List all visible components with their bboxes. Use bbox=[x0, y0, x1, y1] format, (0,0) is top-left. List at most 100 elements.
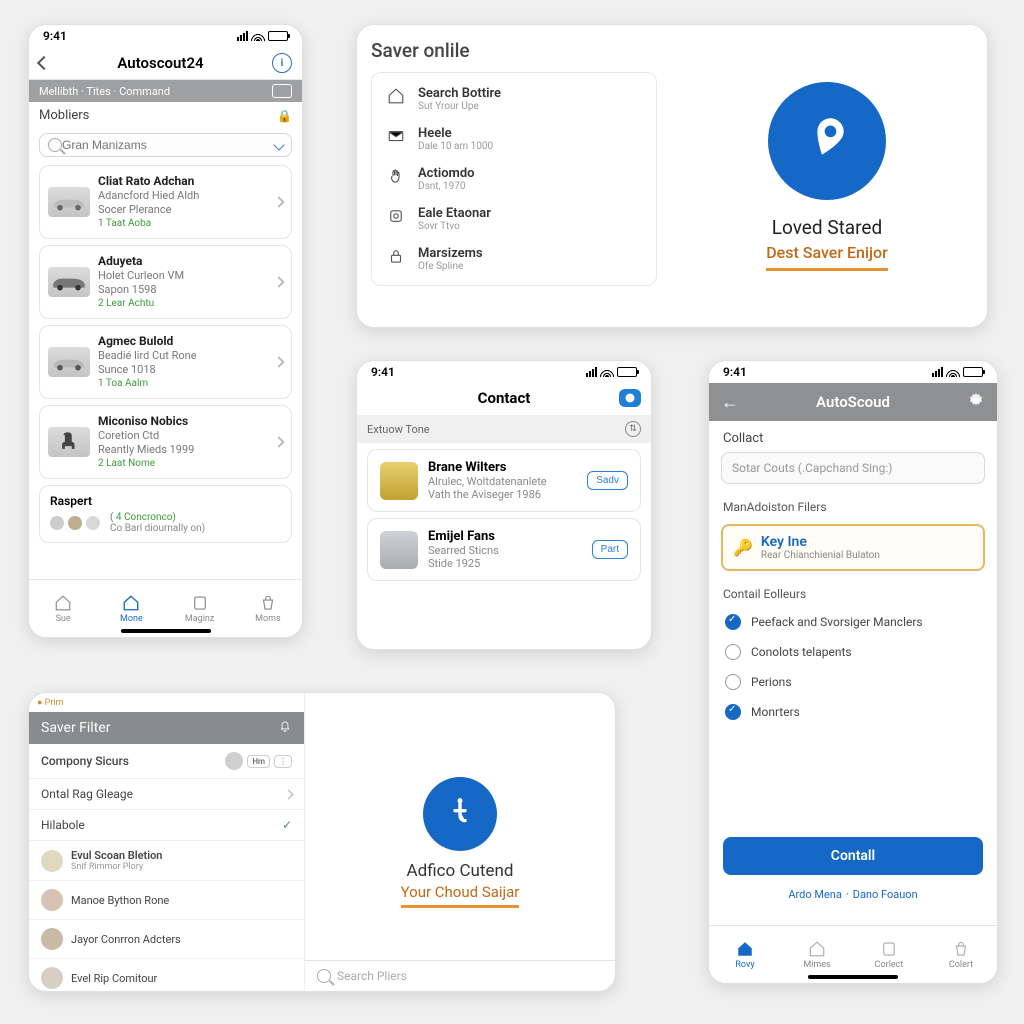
option-row[interactable]: Monrters bbox=[709, 697, 997, 727]
person-row[interactable]: Evul Scoan BletionSnif Rimmor Plory bbox=[29, 841, 304, 881]
raspert-title: Raspert bbox=[50, 494, 281, 508]
listing-title: Agmec Bulold bbox=[98, 334, 267, 349]
back-icon[interactable] bbox=[37, 56, 51, 70]
toolbar-action-icon[interactable] bbox=[272, 84, 292, 98]
radio-icon bbox=[725, 614, 741, 630]
gear-icon[interactable] bbox=[967, 391, 985, 413]
menu-item[interactable]: Search BottireSut Yrour Upe bbox=[372, 79, 656, 119]
car-thumb-icon bbox=[48, 267, 90, 297]
field-label: Collact bbox=[709, 421, 997, 450]
contact-row[interactable]: Brane WiltersAlrulec, WoltdatenanleteVat… bbox=[367, 449, 641, 512]
menu-sub: Ofe Spline bbox=[418, 261, 483, 272]
key-title: Key Ine bbox=[761, 534, 880, 550]
row-label: Ontal Rag Gleage bbox=[41, 787, 133, 801]
chevron-down-icon[interactable] bbox=[273, 139, 284, 150]
contact-sub: Searred Sticns bbox=[428, 544, 582, 557]
search-input[interactable] bbox=[62, 138, 275, 152]
home-icon bbox=[386, 86, 406, 106]
primary-button[interactable]: Contall bbox=[723, 837, 983, 875]
tag-label: ● Prim bbox=[29, 693, 304, 712]
listing-sub: Holet Curleon VM bbox=[98, 269, 267, 283]
footer-link[interactable]: Dano Foauon bbox=[853, 888, 918, 901]
bell-icon[interactable] bbox=[278, 719, 292, 737]
contact-action-button[interactable]: Part bbox=[592, 540, 628, 559]
search-icon bbox=[317, 969, 331, 983]
filter-row[interactable]: Hilabole ✓ bbox=[29, 810, 304, 841]
group-header: Contail Eolleurs bbox=[709, 581, 997, 607]
menu-sub: Dale 10 am 1000 bbox=[418, 141, 493, 152]
contact-action-button[interactable]: Sadv bbox=[587, 471, 628, 490]
raspert-card[interactable]: Raspert ( 4 Concronco) Co Barl diournall… bbox=[39, 485, 292, 543]
status-icons bbox=[932, 367, 983, 377]
section-label: Extuow Tone bbox=[367, 423, 430, 436]
avatar-icon bbox=[225, 752, 243, 770]
option-row[interactable]: Perions bbox=[709, 667, 997, 697]
section-bar: Extuow Tone ⇅ bbox=[357, 415, 651, 443]
square-icon bbox=[386, 206, 406, 226]
listing-meta: 2 Lear Achtu bbox=[98, 298, 267, 311]
listing-meta: 1 Toa Aalm bbox=[98, 378, 267, 391]
check-icon: ✓ bbox=[282, 818, 292, 832]
signal-icon bbox=[237, 31, 248, 41]
car-thumb-icon bbox=[48, 347, 90, 377]
contact-thumb-icon bbox=[380, 531, 418, 569]
avatar-icon bbox=[41, 889, 63, 911]
brand-title: Loved Stared bbox=[772, 216, 882, 239]
menu-item[interactable]: Eale EtaonarSovr Ttvo bbox=[372, 199, 656, 239]
listing-row[interactable]: Cliat Rato AdchanAdancford Hied AldhSoce… bbox=[39, 165, 292, 239]
status-bar: 9:41 bbox=[357, 361, 651, 383]
status-time: 9:41 bbox=[43, 29, 67, 43]
pill-label: Hm bbox=[247, 755, 270, 768]
listing-meta: 1 Taat Aoba bbox=[98, 218, 267, 231]
option-row[interactable]: Peefack and Svorsiger Manclers bbox=[709, 607, 997, 637]
listing-row[interactable]: Miconiso NobicsCoretion CtdReantly Mieds… bbox=[39, 405, 292, 479]
search-input[interactable]: Sotar Couts (.Capchand Sing:) bbox=[721, 452, 985, 484]
menu-sub: Sut Yrour Upe bbox=[418, 101, 501, 112]
listing-sub2: Socer Plerance bbox=[98, 203, 267, 217]
listing-row[interactable]: AduyetaHolet Curleon VMSapon 15982 Lear … bbox=[39, 245, 292, 319]
search-placeholder: Search Pliers bbox=[337, 969, 407, 983]
tab-label: Corlect bbox=[875, 960, 904, 970]
contact-name: Brane Wilters bbox=[428, 460, 577, 475]
person-row[interactable]: Manoe Bython Rone bbox=[29, 881, 304, 920]
key-card[interactable]: 🔑 Key Ine Rear Chianchienial Bulaton bbox=[721, 524, 985, 571]
status-bar: 9:41 bbox=[29, 25, 302, 47]
listing-row[interactable]: Agmec BuloldBeadié lird Cut RoneSunce 10… bbox=[39, 325, 292, 399]
person-row[interactable]: Evel Rip Comitour bbox=[29, 959, 304, 992]
tab-moms[interactable]: Moms bbox=[234, 580, 302, 637]
compose-icon[interactable] bbox=[619, 389, 641, 407]
filter-row[interactable]: Ontal Rag Gleage bbox=[29, 779, 304, 810]
listing-sub2: Sunce 1018 bbox=[98, 363, 267, 377]
chevron-right-icon bbox=[284, 789, 294, 799]
filter-row[interactable]: Compony Sicurs Hm ⋮ bbox=[29, 744, 304, 779]
menu-item[interactable]: MarsizemsOfe Spline bbox=[372, 239, 656, 279]
menu-item[interactable]: ActiomdoDsnt, 1970 bbox=[372, 159, 656, 199]
info-icon[interactable]: i bbox=[272, 53, 292, 73]
brand-subtitle: Your Choud Saijar bbox=[401, 883, 520, 908]
listing-meta: 2 Laat Nome bbox=[98, 458, 267, 471]
battery-icon bbox=[268, 31, 288, 41]
status-icons bbox=[237, 31, 288, 41]
home-indicator bbox=[808, 975, 898, 979]
nav-title: AutoScoud bbox=[816, 393, 890, 411]
listing-sub2: Sapon 1598 bbox=[98, 283, 267, 297]
footer-link[interactable]: Ardo Mena bbox=[788, 888, 842, 901]
phone-listing-screen: 9:41 Autoscout24 i Mellibth · Tites · Co… bbox=[28, 24, 303, 638]
search-bar[interactable]: Search Pliers bbox=[305, 960, 615, 991]
filter-icon[interactable]: ⇅ bbox=[625, 421, 641, 437]
tab-colert[interactable]: Colert bbox=[925, 926, 997, 983]
option-label: Peefack and Svorsiger Manclers bbox=[751, 615, 923, 629]
tag-text: Prim bbox=[45, 698, 64, 708]
person-row[interactable]: Jayor Conrron Adcters bbox=[29, 920, 304, 959]
toolbar: Mellibth · Tites · Command bbox=[29, 80, 302, 102]
menu-item[interactable]: HeeleDale 10 am 1000 bbox=[372, 119, 656, 159]
contact-row[interactable]: Emijel FansSearred SticnsStide 1925 Part bbox=[367, 518, 641, 581]
listing-sub: Coretion Ctd bbox=[98, 429, 267, 443]
search-input-wrap[interactable] bbox=[39, 133, 292, 157]
option-row[interactable]: Conolots telapents bbox=[709, 637, 997, 667]
tab-rovy[interactable]: Rovy bbox=[709, 926, 781, 983]
menu-title: Eale Etaonar bbox=[418, 206, 491, 221]
tab-sue[interactable]: Sue bbox=[29, 580, 97, 637]
car-thumb-icon bbox=[48, 187, 90, 217]
back-icon[interactable]: ← bbox=[721, 392, 739, 413]
